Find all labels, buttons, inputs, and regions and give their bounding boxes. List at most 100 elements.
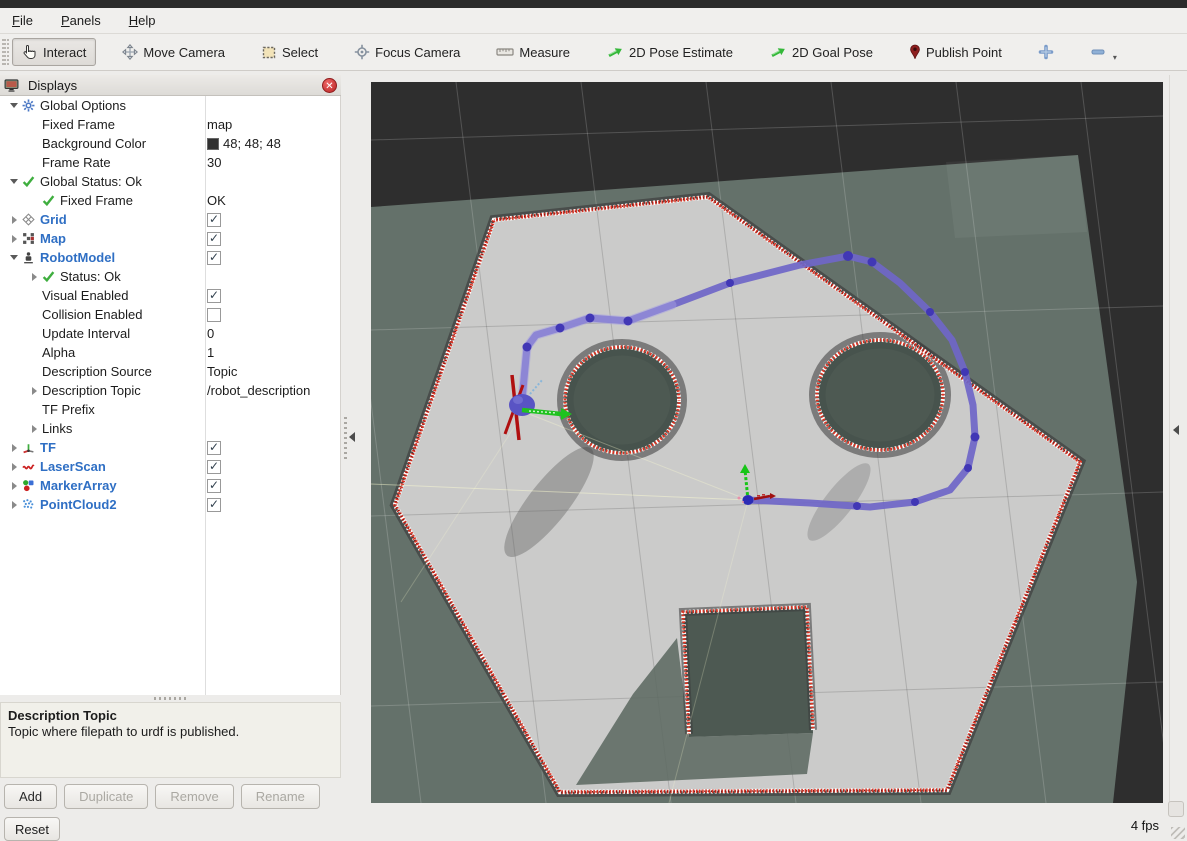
property-help-box: Description Topic Topic where filepath t… <box>0 702 341 778</box>
tool-pose-estimate-button[interactable]: 2D Pose Estimate <box>596 39 743 66</box>
toolbar-drag-handle[interactable] <box>2 39 9 65</box>
titlebar-strip <box>0 0 1187 8</box>
displays-panel: Displays ✕ Global OptionsFixed FramemapB… <box>0 75 341 810</box>
displays-panel-header[interactable]: Displays ✕ <box>0 75 341 96</box>
tree-row-status-ok[interactable]: Status: Ok <box>0 267 340 286</box>
property-value[interactable]: 48; 48; 48 <box>207 134 281 153</box>
expander-closed-icon[interactable] <box>6 235 22 243</box>
panel-splitter-handle[interactable] <box>344 415 347 459</box>
checkbox-unchecked[interactable] <box>207 308 221 322</box>
value-text: /robot_description <box>207 381 310 400</box>
tree-row-visual-enabled[interactable]: Visual Enabled✓ <box>0 286 340 305</box>
tf-icon <box>22 441 40 454</box>
laserscan-icon <box>22 460 40 473</box>
tool-label: Publish Point <box>926 45 1002 60</box>
help-title: Description Topic <box>8 708 333 723</box>
tree-row-tf-prefix[interactable]: TF Prefix <box>0 400 340 419</box>
tool-goal-pose-button[interactable]: 2D Goal Pose <box>759 39 883 66</box>
expander-open-icon[interactable] <box>6 255 22 260</box>
tree-row-description-source[interactable]: Description SourceTopic <box>0 362 340 381</box>
tree-row-fixed-frame[interactable]: Fixed Framemap <box>0 115 340 134</box>
checkbox-checked[interactable]: ✓ <box>207 251 221 265</box>
displays-tree: Global OptionsFixed FramemapBackground C… <box>0 96 341 695</box>
reset-button[interactable]: Reset <box>4 817 60 841</box>
property-value[interactable]: OK <box>207 191 226 210</box>
property-value[interactable]: 1 <box>207 343 214 362</box>
expander-closed-icon[interactable] <box>6 501 22 509</box>
tree-row-global-status-ok[interactable]: Global Status: Ok <box>0 172 340 191</box>
tool-zoom-out-button[interactable]: ▾ <box>1080 37 1127 68</box>
add-button[interactable]: Add <box>4 784 57 809</box>
tool-interact-button[interactable]: Interact <box>12 38 96 66</box>
measure-icon <box>496 46 514 58</box>
toolbar: Interact Move Camera Select Focus Camera Mea… <box>0 34 1187 71</box>
3d-viewport[interactable] <box>371 82 1163 803</box>
tree-row-grid[interactable]: Grid ✓ <box>0 210 340 229</box>
publish-point-icon <box>909 44 921 60</box>
property-label: Grid <box>40 210 67 229</box>
tree-row-laserscan[interactable]: LaserScan✓ <box>0 457 340 476</box>
tree-row-background-color[interactable]: Background Color48; 48; 48 <box>0 134 340 153</box>
chevron-down-icon[interactable]: ▾ <box>1113 53 1117 62</box>
property-value[interactable]: Topic <box>207 362 237 381</box>
checkbox-checked[interactable]: ✓ <box>207 479 221 493</box>
remove-button[interactable]: Remove <box>155 784 233 809</box>
property-label: Alpha <box>42 343 75 362</box>
tree-row-frame-rate[interactable]: Frame Rate30 <box>0 153 340 172</box>
menu-item-panels[interactable]: Panels <box>59 11 103 30</box>
expander-closed-icon[interactable] <box>6 463 22 471</box>
tree-row-alpha[interactable]: Alpha 1 <box>0 343 340 362</box>
tool-move-camera-button[interactable]: Move Camera <box>112 38 235 66</box>
tree-row-update-interval[interactable]: Update Interval0 <box>0 324 340 343</box>
checkbox-checked[interactable]: ✓ <box>207 232 221 246</box>
expander-closed-icon[interactable] <box>6 482 22 490</box>
property-value[interactable]: 0 <box>207 324 214 343</box>
value-text: 0 <box>207 324 214 343</box>
help-text: Topic where filepath to urdf is publishe… <box>8 724 333 739</box>
resize-grip[interactable] <box>1171 827 1185 839</box>
tree-row-markerarray[interactable]: MarkerArray✓ <box>0 476 340 495</box>
close-icon[interactable]: ✕ <box>322 78 337 93</box>
collapse-right-panel-icon[interactable] <box>1173 425 1179 435</box>
tree-row-fixed-frame[interactable]: Fixed FrameOK <box>0 191 340 210</box>
tree-row-collision-enabled[interactable]: Collision Enabled <box>0 305 340 324</box>
checkbox-checked[interactable]: ✓ <box>207 441 221 455</box>
zoom-minus-icon <box>1090 44 1106 60</box>
tree-help-splitter[interactable] <box>0 695 341 702</box>
tree-row-pointcloud2[interactable]: PointCloud2✓ <box>0 495 340 514</box>
property-label: RobotModel <box>40 248 115 267</box>
property-value[interactable]: map <box>207 115 232 134</box>
expander-closed-icon[interactable] <box>6 216 22 224</box>
expander-closed-icon[interactable] <box>26 387 42 395</box>
tool-measure-button[interactable]: Measure <box>486 39 580 66</box>
tree-row-description-topic[interactable]: Description Topic/robot_description <box>0 381 340 400</box>
property-value[interactable]: 30 <box>207 153 221 172</box>
property-value[interactable]: /robot_description <box>207 381 310 400</box>
tree-row-links[interactable]: Links <box>0 419 340 438</box>
rename-button[interactable]: Rename <box>241 784 320 809</box>
tool-select-button[interactable]: Select <box>251 38 328 66</box>
checkbox-checked[interactable]: ✓ <box>207 460 221 474</box>
expander-closed-icon[interactable] <box>26 273 42 281</box>
tree-row-tf[interactable]: TF✓ <box>0 438 340 457</box>
tree-row-global-options[interactable]: Global Options <box>0 96 340 115</box>
tool-focus-camera-button[interactable]: Focus Camera <box>344 38 470 66</box>
expander-open-icon[interactable] <box>6 179 22 184</box>
expander-open-icon[interactable] <box>6 103 22 108</box>
tool-zoom-in-button[interactable] <box>1028 38 1064 66</box>
checkbox-checked[interactable]: ✓ <box>207 498 221 512</box>
checkbox-checked[interactable]: ✓ <box>207 289 221 303</box>
tree-row-map[interactable]: Map✓ <box>0 229 340 248</box>
display-actions: Add Duplicate Remove Rename <box>0 784 341 810</box>
expander-closed-icon[interactable] <box>26 425 42 433</box>
collapse-left-panel-icon[interactable] <box>349 432 355 442</box>
duplicate-button[interactable]: Duplicate <box>64 784 148 809</box>
menu-item-file[interactable]: File <box>10 11 35 30</box>
checkbox-checked[interactable]: ✓ <box>207 213 221 227</box>
tool-publish-point-button[interactable]: Publish Point <box>899 38 1012 66</box>
menu-item-help[interactable]: Help <box>127 11 158 30</box>
property-label: Links <box>42 419 72 438</box>
fps-label: 4 fps <box>1131 818 1159 833</box>
tree-row-robotmodel[interactable]: RobotModel ✓ <box>0 248 340 267</box>
expander-closed-icon[interactable] <box>6 444 22 452</box>
